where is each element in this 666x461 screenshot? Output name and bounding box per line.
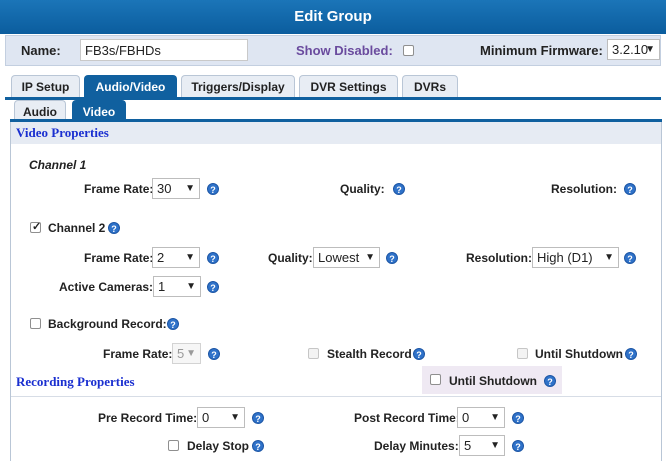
rec-until-shutdown-label: Until Shutdown bbox=[449, 374, 537, 388]
stealth-record-label: Stealth Record bbox=[327, 347, 412, 361]
ch2-resolution-label: Resolution: bbox=[466, 251, 532, 265]
ch2-resolution-select[interactable]: High (D1) ▼ bbox=[532, 247, 619, 268]
name-field[interactable]: FB3s/FBHDs bbox=[80, 39, 248, 61]
help-icon[interactable]: ? bbox=[208, 348, 220, 360]
ch2-quality-value: Lowest bbox=[318, 250, 360, 265]
min-firmware-label: Minimum Firmware: bbox=[480, 43, 603, 58]
ch2-frame-rate-label: Frame Rate: bbox=[84, 251, 154, 265]
dropdown-arrow-icon: ▼ bbox=[490, 412, 500, 423]
delay-stop-label: Delay Stop bbox=[187, 439, 250, 453]
active-cameras-value: 1 bbox=[158, 279, 166, 294]
delay-minutes-label: Delay Minutes: bbox=[374, 439, 459, 453]
name-label: Name: bbox=[21, 43, 61, 58]
min-firmware-select[interactable]: 3.2.10 ▼ bbox=[607, 39, 660, 60]
dropdown-arrow-icon: ▼ bbox=[185, 252, 195, 263]
help-icon[interactable]: ? bbox=[167, 318, 179, 330]
checkmark-icon: ✓ bbox=[32, 221, 42, 233]
help-icon[interactable]: ? bbox=[625, 348, 637, 360]
help-icon[interactable]: ? bbox=[207, 281, 219, 293]
channel2-title: Channel 2 bbox=[48, 221, 106, 235]
ch2-quality-select[interactable]: Lowest ▼ bbox=[313, 247, 380, 268]
bg-until-shutdown-checkbox bbox=[517, 348, 528, 359]
show-disabled-checkbox[interactable] bbox=[403, 45, 414, 56]
channel1-title: Channel 1 bbox=[29, 158, 87, 172]
dropdown-arrow-icon: ▼ bbox=[604, 252, 614, 263]
ch1-frame-rate-label: Frame Rate: bbox=[84, 182, 154, 196]
stealth-record-checkbox bbox=[308, 348, 319, 359]
bg-frame-rate-value: 5 bbox=[177, 346, 185, 361]
ch2-frame-rate-select[interactable]: 2 ▼ bbox=[152, 247, 200, 268]
delay-stop-checkbox[interactable] bbox=[168, 440, 179, 451]
bg-frame-rate-select: 5 ▼ bbox=[172, 343, 201, 364]
help-icon[interactable]: ? bbox=[512, 440, 524, 452]
ch2-frame-rate-value: 2 bbox=[157, 250, 165, 265]
delay-minutes-value: 5 bbox=[464, 438, 472, 453]
delay-minutes-select[interactable]: 5 ▼ bbox=[459, 435, 505, 456]
help-icon[interactable]: ? bbox=[544, 375, 556, 387]
ch1-resolution-label: Resolution: bbox=[551, 182, 617, 196]
help-icon[interactable]: ? bbox=[207, 252, 219, 264]
show-disabled-label: Show Disabled: bbox=[296, 43, 393, 58]
post-record-select[interactable]: 0 ▼ bbox=[457, 407, 505, 428]
bg-frame-rate-label: Frame Rate: bbox=[103, 347, 173, 361]
window-title: Edit Group bbox=[0, 0, 666, 34]
help-icon[interactable]: ? bbox=[108, 222, 120, 234]
dropdown-arrow-icon: ▼ bbox=[185, 183, 195, 194]
dropdown-arrow-icon: ▼ bbox=[365, 252, 375, 263]
tab-dvr-settings[interactable]: DVR Settings bbox=[299, 75, 398, 97]
tab-audio-video[interactable]: Audio/Video bbox=[84, 75, 177, 97]
post-record-value: 0 bbox=[462, 410, 470, 425]
background-record-label: Background Record: bbox=[48, 317, 167, 331]
dropdown-arrow-icon: ▼ bbox=[490, 440, 500, 451]
pre-record-label: Pre Record Time: bbox=[98, 411, 198, 425]
ch2-quality-label: Quality: bbox=[268, 251, 313, 265]
video-properties-heading: Video Properties bbox=[11, 122, 661, 144]
pre-record-select[interactable]: 0 ▼ bbox=[197, 407, 245, 428]
tab-ip-setup[interactable]: IP Setup bbox=[11, 75, 80, 97]
channel2-checkbox[interactable]: ✓ bbox=[30, 221, 42, 233]
ch2-resolution-value: High (D1) bbox=[537, 250, 593, 265]
pre-record-value: 0 bbox=[202, 410, 210, 425]
group-header-bar: Name: FB3s/FBHDs Show Disabled: Minimum … bbox=[5, 35, 661, 66]
background-record-checkbox[interactable] bbox=[30, 318, 41, 329]
section-divider bbox=[11, 396, 661, 397]
tab-dvrs[interactable]: DVRs bbox=[402, 75, 458, 97]
dropdown-arrow-icon: ▼ bbox=[186, 348, 196, 359]
dropdown-arrow-icon: ▼ bbox=[645, 44, 655, 55]
help-icon[interactable]: ? bbox=[252, 412, 264, 424]
help-icon[interactable]: ? bbox=[207, 183, 219, 195]
ch1-quality-label: Quality: bbox=[340, 182, 385, 196]
bg-until-shutdown-label: Until Shutdown bbox=[535, 347, 623, 361]
ch1-frame-rate-select[interactable]: 30 ▼ bbox=[152, 178, 200, 199]
recording-properties-heading: Recording Properties bbox=[16, 374, 135, 389]
help-icon[interactable]: ? bbox=[393, 183, 405, 195]
ch1-frame-rate-value: 30 bbox=[157, 181, 172, 196]
help-icon[interactable]: ? bbox=[624, 252, 636, 264]
rec-until-shutdown-checkbox[interactable] bbox=[430, 374, 441, 385]
tab-triggers-display[interactable]: Triggers/Display bbox=[181, 75, 295, 97]
help-icon[interactable]: ? bbox=[386, 252, 398, 264]
dropdown-arrow-icon: ▼ bbox=[186, 281, 196, 292]
help-icon[interactable]: ? bbox=[252, 440, 264, 452]
min-firmware-value: 3.2.10 bbox=[612, 42, 649, 57]
help-icon[interactable]: ? bbox=[413, 348, 425, 360]
help-icon[interactable]: ? bbox=[624, 183, 636, 195]
active-cameras-select[interactable]: 1 ▼ bbox=[153, 276, 201, 297]
dropdown-arrow-icon: ▼ bbox=[230, 412, 240, 423]
active-cameras-label: Active Cameras: bbox=[59, 280, 154, 294]
help-icon[interactable]: ? bbox=[512, 412, 524, 424]
post-record-label: Post Record Time: bbox=[354, 411, 460, 425]
